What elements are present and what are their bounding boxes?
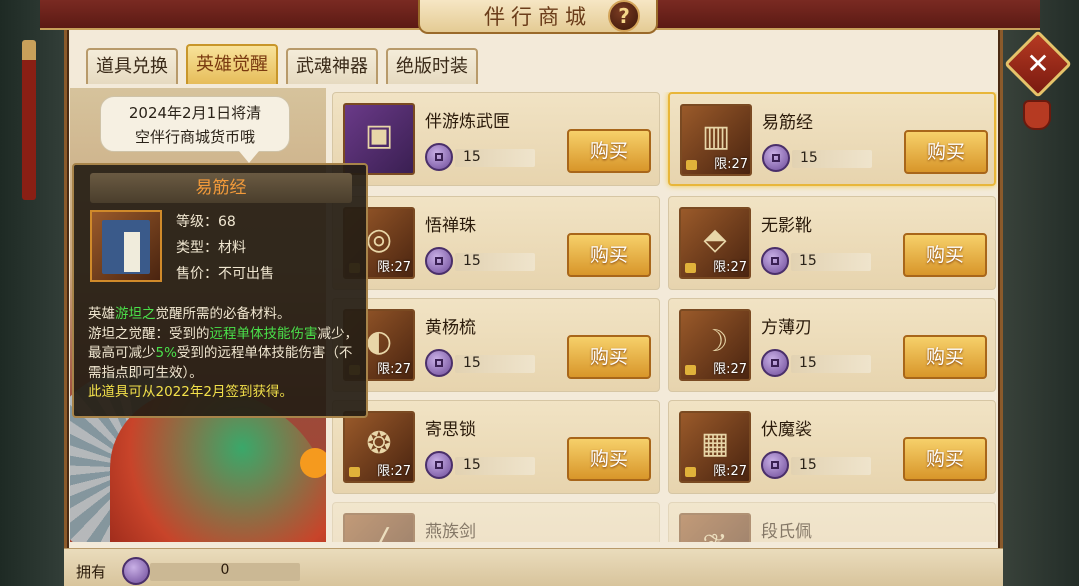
- item-name: 寄思锁: [425, 420, 476, 440]
- item-price: 15: [463, 457, 481, 473]
- notice-line-1: 2024年2月1日将清: [128, 104, 262, 122]
- tassel-decoration: [22, 40, 36, 200]
- item-grid: ▣ 伴游炼武匣 15 购买 ▥ 限:27 易筋经 15 购买 ◎ 限:27 悟禅珠 …: [332, 92, 997, 542]
- item-price: 15: [463, 355, 481, 371]
- item-tooltip: 易筋经 等级：68 类型：材料 售价：不可出售 英雄游坦之觉醒所需的必备材料。 …: [72, 163, 368, 418]
- own-value: 0: [220, 562, 230, 578]
- lock-icon: [349, 467, 360, 477]
- item-name: 黄杨梳: [425, 318, 476, 338]
- tab-bar: 道具兑换 英雄觉醒 武魂神器 绝版时装: [86, 44, 478, 84]
- close-icon[interactable]: ✕: [1020, 40, 1056, 88]
- sword-icon: ╱: [343, 513, 415, 542]
- shop-item-card[interactable]: ❦ 段氏佩: [668, 502, 996, 542]
- price-row: 15: [425, 143, 545, 171]
- item-name: 易筋经: [762, 113, 813, 133]
- jade-pendant-icon: ❦: [679, 513, 751, 542]
- item-name: 伴游炼武匣: [425, 112, 510, 132]
- purchase-limit: 限:27: [377, 260, 411, 275]
- item-name: 无影靴: [761, 216, 812, 236]
- shop-item-card[interactable]: ▦ 限:27 伏魔裟 15 购买: [668, 400, 996, 494]
- tab-limited-fashion[interactable]: 绝版时装: [386, 48, 478, 84]
- coin-icon: [762, 144, 790, 172]
- price-row: 15: [761, 349, 881, 377]
- help-button[interactable]: ?: [608, 0, 640, 32]
- shop-item-card[interactable]: ◎ 限:27 悟禅珠 15 购买: [332, 196, 660, 290]
- price-row: 15: [425, 349, 545, 377]
- boots-icon: ⬘ 限:27: [679, 207, 751, 279]
- lantern-decoration: [1023, 100, 1051, 130]
- robe-icon: ▦ 限:27: [679, 411, 751, 483]
- item-name: 燕族剑: [425, 522, 476, 542]
- buy-button[interactable]: 购买: [903, 233, 987, 277]
- item-name: 段氏佩: [761, 522, 812, 542]
- window-title: 伴行商城: [484, 5, 592, 29]
- tab-hero-awakening[interactable]: 英雄觉醒: [186, 44, 278, 84]
- shop-item-card[interactable]: ❂ 限:27 寄思锁 15 购买: [332, 400, 660, 494]
- buy-button[interactable]: 购买: [567, 335, 651, 379]
- shop-item-card-selected[interactable]: ▥ 限:27 易筋经 15 购买: [668, 92, 996, 186]
- tooltip-level: 等级：68: [176, 214, 236, 230]
- tooltip-sell-price: 售价：不可出售: [176, 266, 274, 282]
- buy-button[interactable]: 购买: [903, 437, 987, 481]
- price-row: 15: [761, 247, 881, 275]
- item-price: 15: [799, 355, 817, 371]
- item-price: 15: [799, 253, 817, 269]
- buy-button[interactable]: 购买: [567, 233, 651, 277]
- notice-line-2: 空伴行商城货币哦: [134, 128, 255, 146]
- coin-icon: [761, 451, 789, 479]
- price-row: 15: [761, 451, 881, 479]
- orange-orb: [300, 448, 326, 478]
- item-price: 15: [463, 149, 481, 165]
- coin-icon: [425, 349, 453, 377]
- shop-item-card[interactable]: ◐ 限:27 黄杨梳 15 购买: [332, 298, 660, 392]
- purchase-limit: 限:27: [714, 157, 748, 172]
- item-price: 15: [463, 253, 481, 269]
- buy-button[interactable]: 购买: [903, 335, 987, 379]
- coin-icon: [425, 247, 453, 275]
- lock-icon: [685, 467, 696, 477]
- buy-button[interactable]: 购买: [904, 130, 988, 174]
- own-label: 拥有: [76, 563, 107, 581]
- currency-notice-bubble: 2024年2月1日将清 空伴行商城货币哦: [100, 96, 290, 163]
- book-icon: [90, 210, 162, 282]
- tooltip-title: 易筋经: [90, 173, 352, 203]
- purchase-limit: 限:27: [713, 362, 747, 377]
- purchase-limit: 限:27: [377, 464, 411, 479]
- price-row: 15: [762, 144, 882, 172]
- item-name: 方薄刃: [761, 318, 812, 338]
- shop-item-card[interactable]: ╱ 燕族剑: [332, 502, 660, 542]
- blade-icon: ☽ 限:27: [679, 309, 751, 381]
- item-name: 悟禅珠: [425, 216, 476, 236]
- purchase-limit: 限:27: [377, 362, 411, 377]
- price-row: 15: [425, 247, 545, 275]
- shop-item-card[interactable]: ☽ 限:27 方薄刃 15 购买: [668, 298, 996, 392]
- price-row: 15: [425, 451, 545, 479]
- item-price: 15: [800, 150, 818, 166]
- lock-icon: [685, 263, 696, 273]
- purchase-limit: 限:27: [713, 260, 747, 275]
- coin-icon: [425, 451, 453, 479]
- coin-icon: [761, 247, 789, 275]
- purchase-limit: 限:27: [713, 464, 747, 479]
- buy-button[interactable]: 购买: [567, 129, 651, 173]
- tooltip-description: 英雄游坦之觉醒所需的必备材料。 游坦之觉醒：受到的远程单体技能伤害减少，最高可减…: [88, 306, 358, 400]
- shop-item-card[interactable]: ⬘ 限:27 无影靴 15 购买: [668, 196, 996, 290]
- coin-icon: [761, 349, 789, 377]
- shop-item-card[interactable]: ▣ 伴游炼武匣 15 购买: [332, 92, 660, 186]
- tooltip-type: 类型：材料: [176, 240, 246, 256]
- book-icon: ▥ 限:27: [680, 104, 752, 176]
- coin-icon: [425, 143, 453, 171]
- tab-item-exchange[interactable]: 道具兑换: [86, 48, 178, 84]
- lock-icon: [685, 365, 696, 375]
- item-price: 15: [799, 457, 817, 473]
- tab-soul-artifact[interactable]: 武魂神器: [286, 48, 378, 84]
- coin-icon: [122, 557, 150, 585]
- lock-pendant-icon: ❂ 限:27: [343, 411, 415, 483]
- item-name: 伏魔裟: [761, 420, 812, 440]
- buy-button[interactable]: 购买: [567, 437, 651, 481]
- lock-icon: [686, 160, 697, 170]
- tooltip-source: 此道具可从2022年2月签到获得。: [88, 384, 293, 400]
